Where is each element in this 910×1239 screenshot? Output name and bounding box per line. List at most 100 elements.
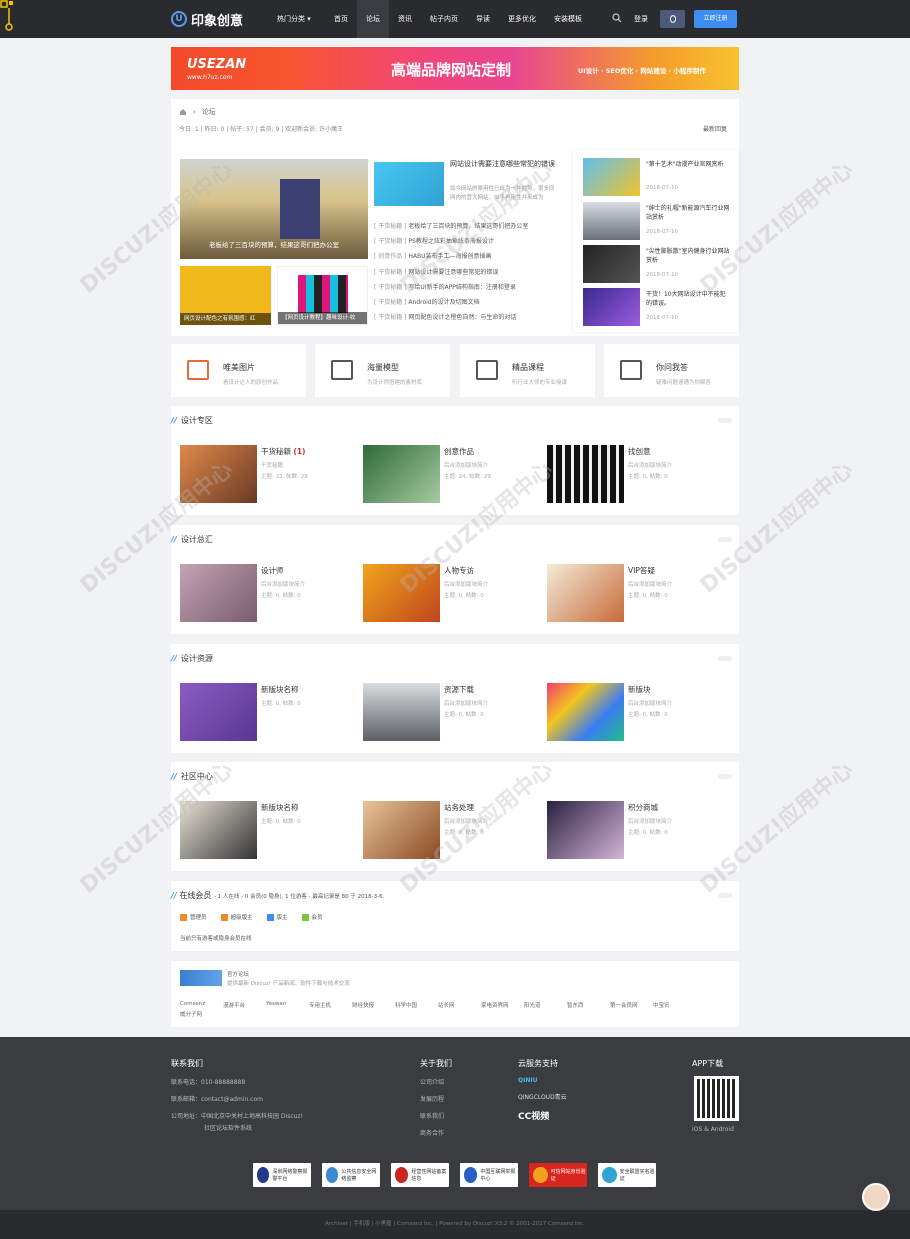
right-list-item[interactable]: "绅士的礼帽"新能源汽车行业网站赏析 2018-07-10: [583, 202, 733, 240]
feature-card-courses[interactable]: 精品课程 听行业大师的专业授课: [460, 344, 595, 397]
feature-card-models[interactable]: 海量模型 为设计师搭建的素材库: [315, 344, 450, 397]
feature-title: 海量模型: [367, 363, 399, 372]
section-toggle[interactable]: [718, 656, 732, 661]
forum-item[interactable]: 积分商城 后台添加版块简介 主题: 0, 帖数: 0: [547, 801, 727, 859]
news-item[interactable]: [ 干货秘籍 ] 网站设计需要注意哪些常犯的错误: [374, 267, 562, 282]
hot-categories-dropdown[interactable]: 热门分类 ▾: [277, 0, 311, 38]
article-title[interactable]: 网站设计需要注意哪些常犯的错误: [450, 159, 555, 170]
footer-about-title: 关于我们: [420, 1059, 452, 1068]
nav-thread[interactable]: 帖子内页: [421, 0, 467, 38]
nav-news[interactable]: 资讯: [389, 0, 421, 38]
footer-badge[interactable]: 中国互联网举报中心: [460, 1163, 518, 1187]
forum-item[interactable]: 新版块名称 主题: 0, 帖数: 0: [180, 683, 360, 741]
online-legend: 管理员 超级版主 版主 会员: [180, 913, 323, 921]
forum-item[interactable]: 设计师 后台添加版块简介 主题: 0, 帖数: 0: [180, 564, 360, 622]
footer-badge[interactable]: 公共信息安全网络监察: [322, 1163, 380, 1187]
friend-link[interactable]: 阳光道: [524, 1001, 567, 1010]
forum-item[interactable]: 资源下载 后台添加版块简介 主题: 0, 帖数: 0: [363, 683, 543, 741]
news-item[interactable]: [ 干货秘籍 ] 老板给了三百块的预算，结果这哥们把办公室: [374, 221, 562, 236]
thumb-image-2[interactable]: 【网页设计教程】趣味设计·收: [277, 266, 368, 325]
news-item[interactable]: [ 干货秘籍 ] 网页配色设计之橙色自然：与生命的对话: [374, 312, 562, 327]
qq-login-button[interactable]: [660, 10, 685, 28]
forum-item[interactable]: 人物专访 后台添加版块简介 主题: 0, 帖数: 0: [363, 564, 543, 622]
nav-forum[interactable]: 论坛: [357, 0, 389, 38]
forum-item[interactable]: 站务处理 后台添加版块简介 主题: 0, 帖数: 0: [363, 801, 543, 859]
banner-url: www.h7uz.com: [187, 74, 233, 81]
section-toggle[interactable]: [718, 774, 732, 779]
ad-banner[interactable]: USEZAN www.h7uz.com 高端品牌网站定制 UI设计 · SEO优…: [171, 47, 739, 90]
forum-desc: 后台添加版块简介: [444, 582, 489, 588]
friend-link[interactable]: 财经快报: [352, 1001, 395, 1010]
friend-link[interactable]: Comsenz: [180, 1001, 223, 1010]
footer-phone: 联系电话：010-88888888: [171, 1079, 246, 1086]
friend-link[interactable]: 中宝讯: [653, 1001, 696, 1010]
forum-item[interactable]: VIP答疑 后台添加版块简介 主题: 0, 帖数: 0: [547, 564, 727, 622]
right-list-item[interactable]: "尖性膨胀散"室内健身行业网站赏析 2018-07-10: [583, 245, 733, 283]
friend-link[interactable]: 智东西: [567, 1001, 610, 1010]
footer-link[interactable]: 商务合作: [420, 1128, 452, 1137]
footer-badge[interactable]: 经营性网站备案信息: [391, 1163, 449, 1187]
thumb-image-1[interactable]: 网页设计配色之有氛围感：红: [180, 266, 271, 325]
footer-link[interactable]: 联系我们: [420, 1111, 452, 1120]
footer-badge[interactable]: 可信网站身份验证: [529, 1163, 587, 1187]
friend-link[interactable]: Yeswan: [266, 1001, 309, 1010]
right-list-date: 2018-07-10: [646, 272, 678, 278]
news-item[interactable]: [ 干货秘籍 ] 写给UI新手的APP结构指南：注册和登录: [374, 282, 562, 297]
nav-home[interactable]: 首页: [325, 0, 357, 38]
friend-link[interactable]: 专用主机: [309, 1001, 352, 1010]
section-title: //设计资源: [171, 654, 213, 663]
search-icon[interactable]: [612, 13, 622, 23]
latest-reply-link[interactable]: 最新回复: [703, 124, 727, 133]
forum-item[interactable]: 新版块 后台添加版块简介 主题: 0, 帖数: 0: [547, 683, 727, 741]
forum-item[interactable]: 找创意 后台添加版块简介 主题: 0, 帖数: 0: [547, 445, 727, 503]
friend-link[interactable]: 科学中国: [395, 1001, 438, 1010]
footer-email[interactable]: 联系邮箱：contact@admin.com: [171, 1094, 303, 1103]
friend-link[interactable]: 家电资界网: [481, 1001, 524, 1010]
forum-image: [180, 445, 257, 503]
register-button[interactable]: 立即注册: [694, 10, 737, 28]
home-icon[interactable]: [179, 108, 187, 116]
forum-item[interactable]: 干货秘籍 (1) 干货秘籍 主题: 23, 帖数: 28: [180, 445, 360, 503]
friend-link[interactable]: 第一会员网: [610, 1001, 653, 1010]
nav-more[interactable]: 更多优化: [499, 0, 545, 38]
section-toggle[interactable]: [718, 537, 732, 542]
friend-link[interactable]: 漫游平台: [223, 1001, 266, 1010]
footer-badge[interactable]: 深圳网络警察报警平台: [253, 1163, 311, 1187]
forum-item[interactable]: 创意作品 后台添加版块简介 主题: 24, 帖数: 29: [363, 445, 543, 503]
login-link[interactable]: 登录: [634, 0, 648, 38]
footer-badge[interactable]: 安全联盟实名验证: [598, 1163, 656, 1187]
friend-link[interactable]: 威分子网: [180, 1010, 223, 1019]
feature-card-qa[interactable]: 你问我答 疑难问题速通为你解答: [604, 344, 739, 397]
forum-desc: 后台添加版块简介: [628, 582, 673, 588]
forum-item[interactable]: 新版块名称 主题: 0, 帖数: 0: [180, 801, 360, 859]
feature-desc: 疑难问题速通为你解答: [656, 380, 712, 386]
footer-link[interactable]: 发展历程: [420, 1094, 452, 1103]
legend-member: 会员: [301, 913, 323, 921]
right-list-thumb: [583, 245, 640, 283]
forum-desc: 后台添加版块简介: [628, 463, 673, 469]
right-list-item[interactable]: "第十艺术"动漫产业官网赏析 2018-07-10: [583, 158, 733, 196]
news-item[interactable]: [ 干货秘籍 ] Android的设计及切图文档: [374, 297, 562, 312]
friend-link[interactable]: 站长网: [438, 1001, 481, 1010]
nav-guide[interactable]: 导读: [467, 0, 499, 38]
slider-image[interactable]: 老板给了三百块的预算，结果这哥们把办公室: [180, 159, 368, 259]
forum-image: [180, 683, 257, 741]
article-thumbnail[interactable]: [374, 162, 444, 206]
qingcloud-logo[interactable]: QINGCLOUD青云: [518, 1092, 567, 1101]
right-list-thumb: [583, 288, 640, 326]
feature-card-images[interactable]: 唯美图片 看设计达人的原创作品: [171, 344, 306, 397]
right-list-item[interactable]: 干货！10大网站设计中不能犯的错误。 2018-07-10: [583, 288, 733, 326]
news-item[interactable]: [ 干货秘籍 ] PS教程之炫彩抽象线条海报设计: [374, 236, 562, 251]
nav-install[interactable]: 安装模板: [545, 0, 591, 38]
breadcrumb-current[interactable]: 论坛: [202, 107, 216, 117]
site-logo[interactable]: U 印象创意: [171, 10, 243, 29]
cc-video-logo[interactable]: CC视频: [518, 1109, 567, 1122]
discuz-logo[interactable]: [180, 970, 222, 986]
online-toggle[interactable]: [718, 893, 732, 898]
links-title[interactable]: 官方论坛: [227, 970, 249, 978]
footer-link[interactable]: 公司介绍: [420, 1077, 452, 1086]
news-item[interactable]: [ 创意作品 ] HABU装布手工—海报创意插画: [374, 251, 562, 266]
section-toggle[interactable]: [718, 418, 732, 423]
support-avatar[interactable]: [862, 1183, 890, 1211]
qiniu-logo[interactable]: QINIU: [518, 1077, 567, 1084]
